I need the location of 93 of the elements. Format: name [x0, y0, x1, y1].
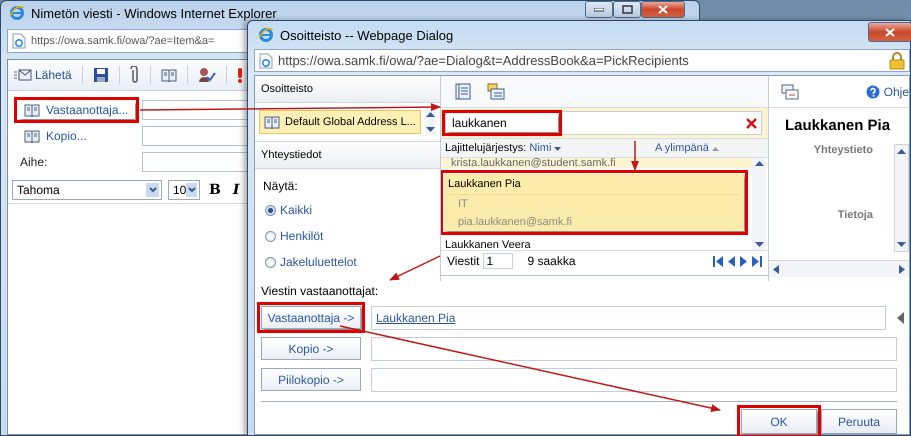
- scroll-up-icon: [897, 148, 906, 154]
- scroll-up-icon: [754, 160, 764, 166]
- paperclip-icon[interactable]: [130, 66, 140, 84]
- filter-option[interactable]: Jakeluluettelot: [280, 255, 357, 269]
- close-icon: [885, 28, 895, 36]
- address-text: https://owa.samk.fi/owa/?ae=Dialog&t=AddressBook&a=PickRecipients: [278, 53, 689, 68]
- address-book-icon: [24, 130, 40, 142]
- radio-button[interactable]: [265, 256, 276, 268]
- italic-button[interactable]: I: [230, 182, 242, 198]
- help-icon: [866, 84, 880, 98]
- page-total: 9 saakka: [527, 254, 576, 268]
- help-link[interactable]: Ohje: [866, 84, 909, 98]
- annotation-arrow: [389, 255, 440, 281]
- lock-icon: [889, 52, 905, 70]
- dialog-title: Osoitteisto -- Webpage Dialog: [280, 28, 454, 43]
- contact-list-item[interactable]: krista.laukkanen@student.samk.fi: [441, 158, 752, 168]
- sort-field-dropdown[interactable]: Nimi: [529, 142, 562, 154]
- pane-header: Yhteystiedot: [261, 149, 322, 161]
- font-select[interactable]: Tahoma: [12, 180, 162, 200]
- dialog-button[interactable]: Peruuta: [821, 409, 897, 434]
- caret-icon: [712, 147, 719, 151]
- scroll-down-icon: [754, 242, 764, 248]
- save-icon[interactable]: [92, 67, 109, 83]
- last-page-icon[interactable]: [752, 256, 762, 266]
- contact-list-item[interactable]: Laukkanen Pia IT pia.laukkanen@samk.fi: [444, 174, 744, 231]
- filter-option[interactable]: Henkilöt: [280, 229, 324, 243]
- list-view-icon[interactable]: [455, 83, 471, 100]
- scrollbar[interactable]: [424, 109, 436, 135]
- address-list-item[interactable]: Default Global Address L...: [259, 110, 421, 134]
- pager-label: Viestit: [447, 254, 480, 268]
- maximize-icon: [622, 5, 632, 14]
- window-title: Nimetön viesti - Windows Internet Explorer: [31, 6, 277, 20]
- radio-button[interactable]: [265, 204, 276, 216]
- recipient-field[interactable]: [371, 336, 897, 360]
- scroll-up-icon: [426, 111, 435, 117]
- minimize-button[interactable]: [585, 1, 613, 18]
- send-button[interactable]: Lähetä: [14, 68, 72, 82]
- address-book-icon: [264, 116, 280, 128]
- scroll-down-icon: [426, 127, 435, 133]
- close-button[interactable]: [868, 22, 911, 42]
- recipient-type-button[interactable]: Kopio ->: [261, 337, 361, 360]
- scrollbar[interactable]: [894, 144, 909, 252]
- detail-label: Tietoja: [838, 209, 873, 221]
- recipient-type-button[interactable]: Piilokopio ->: [261, 368, 361, 391]
- check-names-icon[interactable]: [198, 67, 216, 83]
- first-page-icon[interactable]: [713, 256, 723, 266]
- recipient-picker-button[interactable]: Vastaanottaja...: [18, 101, 134, 119]
- address-book-icon: [160, 68, 177, 82]
- contact-card-icon[interactable]: [487, 83, 505, 100]
- scrollbar[interactable]: [752, 158, 766, 250]
- address-book-icon: [24, 104, 40, 116]
- chevron-icon: [188, 187, 196, 193]
- scroll-down-icon: [897, 242, 906, 248]
- font-size-select[interactable]: 10: [168, 180, 200, 200]
- recipient-picker-button[interactable]: Kopio...: [18, 127, 93, 145]
- bold-button[interactable]: B: [206, 182, 224, 198]
- sort-order-toggle[interactable]: A ylimpänä: [655, 142, 750, 154]
- sort-label: Lajittelujärjestys:: [445, 142, 526, 154]
- annotation-arrow: [631, 141, 639, 171]
- filter-option[interactable]: Kaikki: [280, 203, 312, 217]
- recipient-field[interactable]: [371, 368, 897, 392]
- envelope-icon: [14, 69, 32, 81]
- contact-card-icon[interactable]: [781, 84, 799, 100]
- recipients-label: Viestin vastaanottajat:: [261, 284, 380, 300]
- detail-label: Yhteystieto: [814, 144, 873, 156]
- page-icon: [259, 52, 273, 69]
- collapse-arrow-icon[interactable]: [896, 310, 905, 324]
- close-icon: [658, 5, 668, 14]
- address-bar[interactable]: https://owa.samk.fi/owa/?ae=Dialog&t=AddressBook&a=PickRecipients: [254, 49, 910, 72]
- next-page-icon[interactable]: [740, 256, 747, 266]
- close-button[interactable]: [641, 1, 685, 18]
- subject-label: Aihe:: [20, 155, 48, 169]
- pane-header: Osoitteisto: [261, 83, 313, 95]
- contact-name-heading: Laukkanen Pia: [784, 116, 892, 134]
- page-field[interactable]: 1: [483, 253, 514, 269]
- recipient-field[interactable]: Laukkanen Pia: [371, 306, 886, 330]
- horizontal-scrollbar[interactable]: [769, 260, 909, 277]
- clear-icon[interactable]: [746, 118, 757, 128]
- maximize-button[interactable]: [613, 1, 641, 18]
- scroll-right-icon: [899, 264, 905, 274]
- contact-list-item[interactable]: Laukkanen Veera: [441, 235, 752, 250]
- browser-icon: [258, 27, 274, 44]
- chevron-icon: [148, 187, 156, 193]
- page-icon: [12, 33, 26, 49]
- exclamation-icon[interactable]: [236, 67, 243, 83]
- address-text: https://owa.samk.fi/owa/?ae=Item&a=: [31, 35, 214, 47]
- previous-page-icon[interactable]: [728, 256, 735, 266]
- filter-label: Näytä:: [263, 179, 299, 193]
- minimize-icon: [594, 8, 604, 12]
- radio-button[interactable]: [265, 230, 276, 242]
- browser-icon: [9, 5, 25, 21]
- recipient-link[interactable]: Laukkanen Pia: [376, 310, 456, 324]
- scroll-left-icon: [773, 264, 779, 274]
